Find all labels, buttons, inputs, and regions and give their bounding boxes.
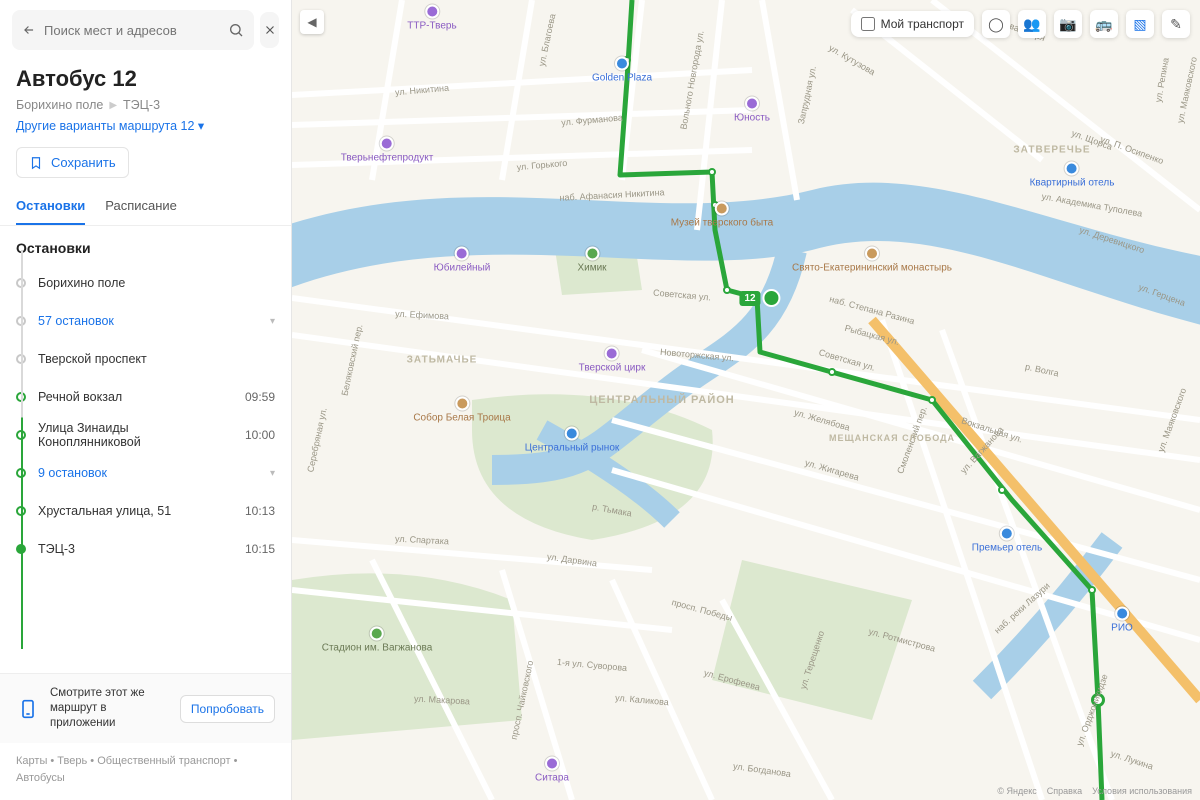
route-header: Автобус 12 Борихино поле ▶ ТЭЦ-3 Другие … (0, 60, 291, 143)
stop-name: ТЭЦ-3 (38, 542, 233, 556)
stop-time: 10:15 (245, 542, 275, 556)
bus-icon (763, 289, 781, 307)
breadcrumbs: Карты • Тверь • Общественный транспорт •… (0, 743, 291, 800)
back-icon[interactable] (22, 23, 36, 37)
stop-time: 09:59 (245, 390, 275, 404)
stop-dot-icon (16, 430, 26, 440)
copyright-help[interactable]: Справка (1047, 786, 1082, 796)
my-transport-label: Мой транспорт (881, 17, 964, 31)
stop-name: Улица Зинаиды Коноплянниковой (38, 421, 233, 449)
stop-row[interactable]: 9 остановок ▾ (16, 454, 275, 492)
route-title: Автобус 12 (16, 66, 275, 92)
stop-dot-icon (16, 354, 26, 364)
stop-row[interactable]: Улица Зинаиды Коноплянниковой 10:00 (16, 416, 275, 454)
map-copyright: © Яндекс Справка Условия использования (997, 786, 1192, 796)
stop-name: Речной вокзал (38, 390, 233, 404)
map-canvas[interactable]: ◀ (292, 0, 1200, 800)
my-transport-checkbox[interactable] (861, 17, 875, 31)
search-input[interactable] (44, 10, 220, 50)
stop-dot-icon (16, 506, 26, 516)
search-row (0, 0, 291, 60)
photo-icon[interactable]: 📷 (1054, 10, 1082, 38)
collapse-sidebar-button[interactable]: ◀ (300, 10, 324, 34)
stop-row[interactable]: ТЭЦ-3 10:15 (16, 530, 275, 568)
chevron-right-icon: ▶ (109, 100, 117, 111)
tabs: Остановки Расписание (0, 188, 291, 226)
sidebar: Автобус 12 Борихино поле ▶ ТЭЦ-3 Другие … (0, 0, 292, 800)
tab-schedule[interactable]: Расписание (105, 188, 177, 225)
layers-icon[interactable]: ▧ (1126, 10, 1154, 38)
edit-icon[interactable]: ✎ (1162, 10, 1190, 38)
stop-dot-icon (16, 392, 26, 402)
stop-dot-icon (16, 278, 26, 288)
stop-name: Тверской проспект (38, 352, 275, 366)
tab-stops[interactable]: Остановки (16, 188, 85, 225)
stop-name: Хрустальная улица, 51 (38, 504, 233, 518)
stop-time: 10:13 (245, 504, 275, 518)
search-box[interactable] (12, 10, 254, 50)
chevron-down-icon[interactable]: ▾ (270, 468, 275, 479)
stop-name[interactable]: 57 остановок (38, 314, 254, 328)
traffic-icon[interactable]: ◯ (982, 10, 1010, 38)
app-icon (16, 697, 40, 721)
panorama-icon[interactable]: 👥 (1018, 10, 1046, 38)
chevron-down-icon[interactable]: ▾ (270, 316, 275, 327)
promo-text: Смотрите этот же маршрут в приложении (50, 686, 170, 731)
save-button[interactable]: Сохранить (16, 147, 129, 178)
route-badge[interactable]: 12 (739, 289, 780, 307)
stop-name: Борихино поле (38, 276, 275, 290)
my-transport-toggle[interactable]: Мой транспорт (851, 11, 974, 37)
stop-row[interactable]: Борихино поле (16, 264, 275, 302)
stop-dot-icon (16, 544, 26, 554)
copyright-brand[interactable]: © Яндекс (997, 786, 1036, 796)
bus-stop-marker[interactable] (1091, 693, 1105, 707)
endpoint-from: Борихино поле (16, 98, 103, 112)
endpoint-to: ТЭЦ-3 (123, 98, 160, 112)
promo-button[interactable]: Попробовать (180, 695, 275, 723)
stop-time: 10:00 (245, 428, 275, 442)
stop-name[interactable]: 9 остановок (38, 466, 254, 480)
map-svg (292, 0, 1200, 800)
app-promo: Смотрите этот же маршрут в приложении По… (0, 673, 291, 743)
route-variants-link[interactable]: Другие варианты маршрута 12 ▾ (16, 118, 275, 133)
save-label: Сохранить (51, 155, 116, 170)
transit-layer-icon[interactable]: 🚌 (1090, 10, 1118, 38)
stop-row[interactable]: 57 остановок ▾ (16, 302, 275, 340)
stop-row[interactable]: Тверской проспект (16, 340, 275, 378)
stop-row[interactable]: Речной вокзал 09:59 (16, 378, 275, 416)
stop-dot-icon (16, 316, 26, 326)
copyright-terms[interactable]: Условия использования (1092, 786, 1192, 796)
stop-row[interactable]: Хрустальная улица, 51 10:13 (16, 492, 275, 530)
stops-heading: Остановки (16, 240, 275, 256)
stop-dot-icon (16, 468, 26, 478)
close-button[interactable] (260, 12, 279, 48)
stops-list: Остановки Борихино поле 57 остановок ▾ Твер… (0, 226, 291, 673)
route-endpoints: Борихино поле ▶ ТЭЦ-3 (16, 98, 275, 112)
search-icon[interactable] (228, 22, 244, 38)
route-number: 12 (739, 291, 760, 306)
bookmark-icon (29, 156, 43, 170)
map-top-controls: Мой транспорт ◯ 👥 📷 🚌 ▧ ✎ (851, 10, 1190, 38)
